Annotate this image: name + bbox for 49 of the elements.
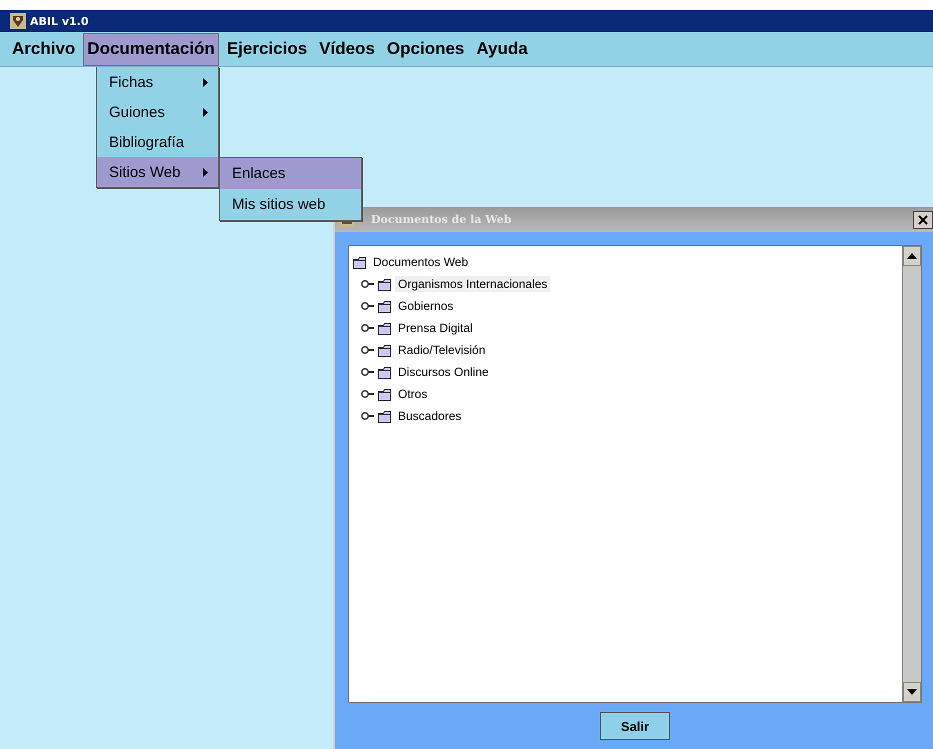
exit-button[interactable]: Salir	[600, 712, 670, 740]
menu-item[interactable]: Ejercicios	[222, 32, 312, 66]
menu-item[interactable]: Guiones	[97, 97, 218, 127]
close-icon	[918, 214, 928, 224]
menu-item[interactable]: Documentación	[83, 32, 219, 66]
menu-item[interactable]: Fichas	[97, 67, 218, 97]
folder-icon	[378, 366, 392, 378]
expand-handle-icon[interactable]	[361, 323, 375, 333]
up-arrow-icon	[907, 253, 917, 259]
tree-item[interactable]: Radio/Televisión	[395, 342, 488, 358]
menu-item[interactable]: Enlaces	[220, 158, 361, 189]
folder-icon	[378, 344, 392, 356]
tree-item[interactable]: Organismos Internacionales	[395, 276, 550, 292]
expand-handle-icon[interactable]	[361, 345, 375, 355]
down-arrow-icon	[907, 689, 917, 695]
menu-item[interactable]: Archivo	[8, 32, 80, 66]
submenu-arrow-icon	[203, 78, 208, 86]
scroll-bar[interactable]	[902, 246, 921, 702]
folder-icon	[378, 410, 392, 422]
folder-icon	[378, 322, 392, 334]
folder-icon	[378, 278, 392, 290]
menu-item[interactable]: Bibliografía	[97, 127, 218, 157]
app-icon	[10, 13, 26, 29]
menu-item[interactable]: Mis sitios web	[220, 189, 361, 220]
expand-handle-icon[interactable]	[361, 301, 375, 311]
expand-handle-icon[interactable]	[361, 279, 375, 289]
expand-handle-icon[interactable]	[361, 389, 375, 399]
expand-handle-icon[interactable]	[361, 411, 375, 421]
tree-item[interactable]: Prensa Digital	[395, 320, 476, 336]
menu-item[interactable]: Ayuda	[472, 32, 532, 66]
scroll-up-button[interactable]	[903, 246, 921, 266]
folder-icon	[378, 300, 392, 312]
internal-window-title: Documentos de la Web	[371, 213, 512, 226]
folder-icon	[378, 388, 392, 400]
tree-item[interactable]: Buscadores	[395, 408, 464, 424]
expand-handle-icon[interactable]	[361, 367, 375, 377]
tree-item[interactable]: Otros	[395, 386, 430, 402]
scroll-down-button[interactable]	[903, 682, 921, 702]
menu-item[interactable]: Opciones	[382, 32, 468, 66]
submenu-arrow-icon	[203, 168, 208, 176]
tree-item[interactable]: Documentos Web	[370, 254, 472, 270]
folder-icon	[353, 256, 367, 268]
window-title: ABIL v1.0	[30, 14, 88, 28]
submenu-arrow-icon	[203, 108, 208, 116]
menu-item[interactable]: Vídeos	[315, 32, 379, 66]
tree-item[interactable]: Discursos Online	[395, 364, 492, 380]
menu-item[interactable]: Sitios Web	[97, 157, 218, 187]
tree-item[interactable]: Gobiernos	[395, 298, 456, 314]
close-button[interactable]	[913, 210, 933, 228]
